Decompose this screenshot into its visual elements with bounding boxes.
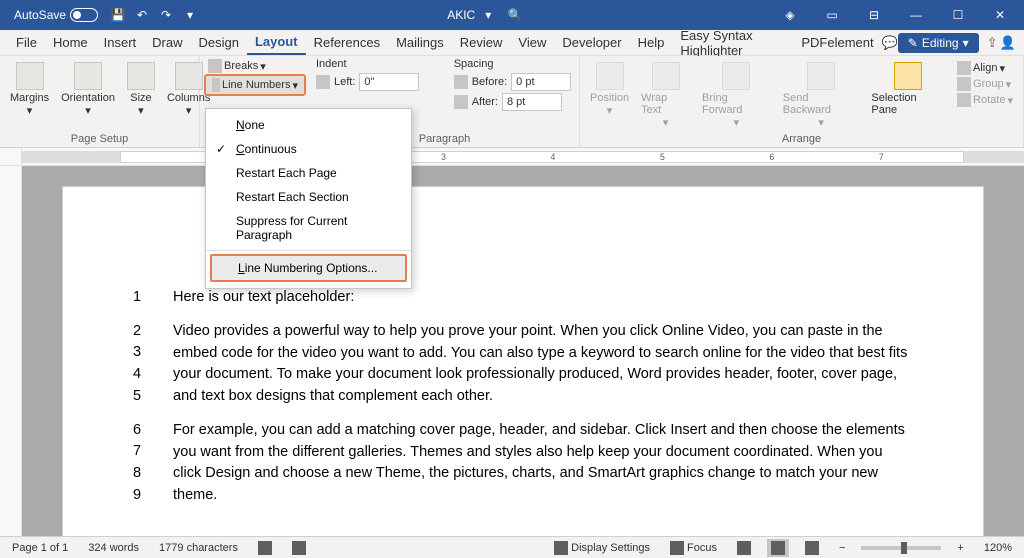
indent-left-input: 0" [359, 73, 419, 91]
undo-icon[interactable]: ↶ [132, 5, 152, 25]
page-setup-label: Page Setup [0, 133, 199, 145]
menu-bar: File Home Insert Draw Design Layout Refe… [0, 30, 1024, 56]
tab-home[interactable]: Home [45, 31, 96, 54]
vertical-ruler[interactable] [0, 166, 22, 536]
arrange-label: Arrange [580, 133, 1023, 145]
display-settings[interactable]: Display Settings [550, 539, 654, 557]
account-icon[interactable]: 👤 [1000, 33, 1016, 53]
share-icon[interactable]: ⇪ [985, 33, 1000, 53]
paragraph[interactable]: 6789 For example, you can add a matching … [133, 420, 913, 507]
line-numbers-col: 2345 [133, 321, 147, 408]
document-page[interactable]: 1 Here is our text placeholder: 2345 Video … [62, 186, 984, 536]
tab-mailings[interactable]: Mailings [388, 31, 452, 54]
window-title: AKIC ▾ 🔍 [200, 8, 770, 22]
paragraph[interactable]: 2345 Video provides a powerful way to hel… [133, 321, 913, 408]
selection-pane-button[interactable]: Selection Pane [865, 58, 951, 133]
page-status[interactable]: Page 1 of 1 [8, 540, 72, 556]
indent-label: Indent [316, 58, 424, 70]
spacing-before-input: 0 pt [511, 73, 571, 91]
spacing-after-input: 8 pt [502, 93, 562, 111]
tab-developer[interactable]: Developer [554, 31, 629, 54]
macro-icon[interactable] [254, 539, 276, 557]
align-button[interactable]: Align ▾ [953, 60, 1017, 76]
dd-restart-section[interactable]: Restart Each Section [206, 185, 411, 209]
wrap-text-button: Wrap Text▾ [635, 58, 696, 133]
close-button[interactable]: ✕ [980, 0, 1020, 30]
document-area: 1 Here is our text placeholder: 2345 Video … [0, 166, 1024, 536]
tab-draw[interactable]: Draw [144, 31, 190, 54]
horizontal-ruler[interactable]: 1 2 3 4 5 6 7 [0, 148, 1024, 166]
position-button: Position▾ [584, 58, 635, 133]
margins-button[interactable]: Margins▾ [4, 58, 55, 121]
comments-icon[interactable]: 💬 [882, 33, 898, 53]
redo-icon[interactable]: ↷ [156, 5, 176, 25]
tab-pdfelement[interactable]: PDFelement [793, 31, 881, 54]
tab-references[interactable]: References [306, 31, 388, 54]
dd-continuous[interactable]: Continuous [206, 137, 411, 161]
breaks-button[interactable]: Breaks ▾ [204, 58, 306, 74]
ribbon-display-icon[interactable]: ▭ [812, 0, 852, 30]
tab-file[interactable]: File [8, 31, 45, 54]
minimize-button[interactable]: — [896, 0, 936, 30]
line-numbers-button[interactable]: Line Numbers ▾ [204, 74, 306, 96]
bring-forward-button: Bring Forward▾ [696, 58, 777, 133]
autosave-toggle[interactable]: AutoSave [8, 6, 104, 24]
paragraph-text[interactable]: Video provides a powerful way to help yo… [173, 321, 913, 408]
focus-mode[interactable]: Focus [666, 539, 721, 557]
tab-view[interactable]: View [510, 31, 554, 54]
paragraph-text[interactable]: Here is our text placeholder: [173, 287, 913, 309]
indent-left-row[interactable]: Left:0" [316, 73, 424, 91]
zoom-out[interactable]: − [835, 540, 849, 556]
tab-help[interactable]: Help [630, 31, 673, 54]
orientation-button[interactable]: Orientation▾ [55, 58, 121, 121]
dd-restart-page[interactable]: Restart Each Page [206, 161, 411, 185]
tab-design[interactable]: Design [191, 31, 247, 54]
spacing-label: Spacing [454, 58, 571, 70]
status-bar: Page 1 of 1 324 words 1779 characters Di… [0, 536, 1024, 558]
ribbon: Margins▾ Orientation▾ Size▾ Columns▾ Pag… [0, 56, 1024, 148]
word-count[interactable]: 324 words [84, 540, 143, 556]
paragraph-text[interactable]: For example, you can add a matching cove… [173, 420, 913, 507]
zoom-level[interactable]: 120% [980, 540, 1016, 556]
maximize-button[interactable]: ☐ [938, 0, 978, 30]
line-numbers-col: 1 [133, 287, 147, 309]
title-bar: AutoSave 💾 ↶ ↷ ▾ AKIC ▾ 🔍 ◈ ▭ ⊟ — ☐ ✕ [0, 0, 1024, 30]
send-backward-button: Send Backward▾ [777, 58, 866, 133]
window-icon[interactable]: ⊟ [854, 0, 894, 30]
size-button[interactable]: Size▾ [121, 58, 161, 121]
read-mode-icon[interactable] [733, 539, 755, 557]
zoom-slider[interactable] [861, 546, 941, 550]
spacing-after-row[interactable]: After:8 pt [454, 93, 571, 111]
dd-suppress[interactable]: Suppress for Current Paragraph [206, 209, 411, 247]
line-numbers-col: 6789 [133, 420, 147, 507]
tab-layout[interactable]: Layout [247, 30, 306, 55]
print-layout-icon[interactable] [767, 539, 789, 557]
char-count[interactable]: 1779 characters [155, 540, 242, 556]
paragraph[interactable]: 1 Here is our text placeholder: [133, 287, 913, 309]
group-button: Group ▾ [953, 76, 1017, 92]
qat-dropdown-icon[interactable]: ▾ [180, 5, 200, 25]
zoom-in[interactable]: + [953, 540, 967, 556]
tab-insert[interactable]: Insert [96, 31, 145, 54]
line-numbers-dropdown: None Continuous Restart Each Page Restar… [205, 108, 412, 289]
dd-line-numbering-options[interactable]: Line Numbering Options... [210, 254, 407, 282]
tab-review[interactable]: Review [452, 31, 511, 54]
save-icon[interactable]: 💾 [108, 5, 128, 25]
editing-mode-button[interactable]: ✎ Editing ▾ [898, 33, 979, 53]
spacing-before-row[interactable]: Before:0 pt [454, 73, 571, 91]
web-layout-icon[interactable] [801, 539, 823, 557]
rotate-button: Rotate ▾ [953, 92, 1017, 108]
accessibility-icon[interactable] [288, 539, 310, 557]
dd-none[interactable]: None [206, 113, 411, 137]
